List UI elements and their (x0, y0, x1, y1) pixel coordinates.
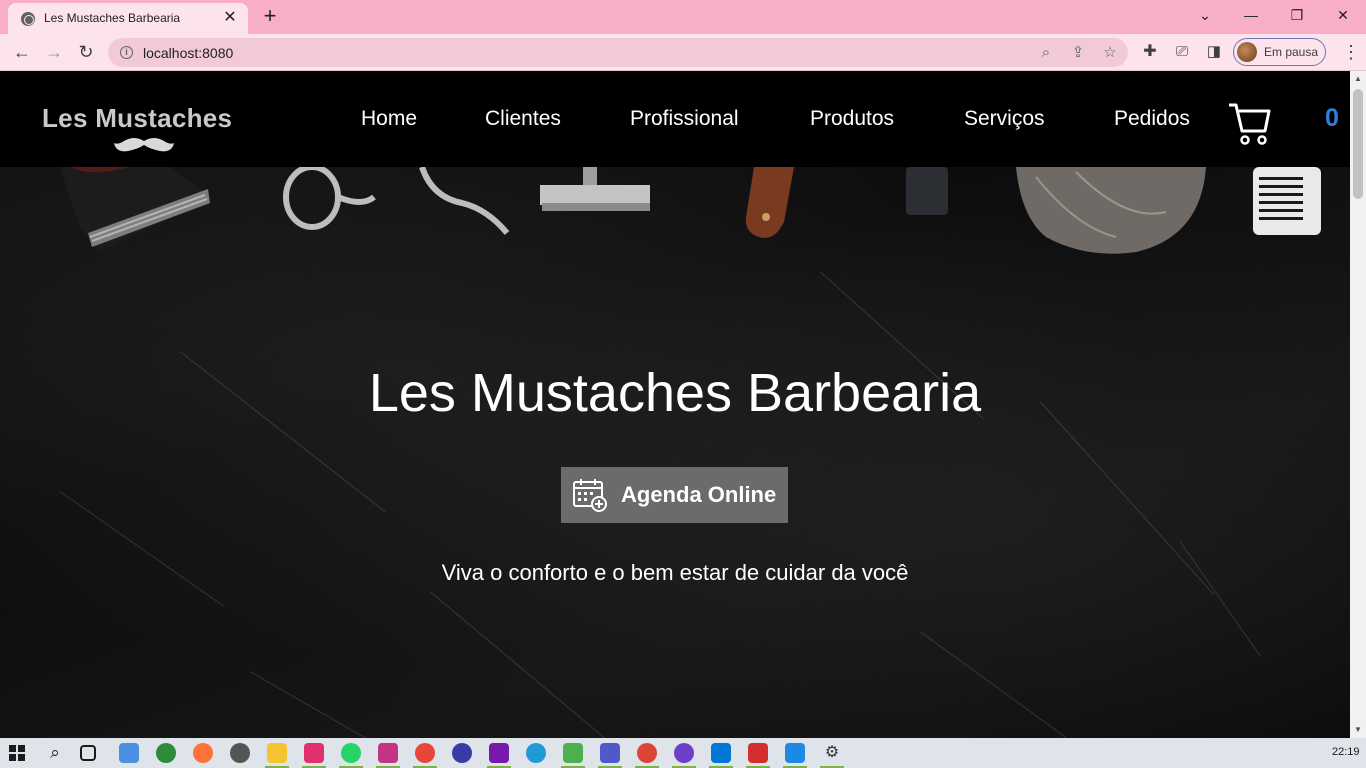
agenda-online-button[interactable]: Agenda Online (561, 467, 788, 523)
razor-handle-image (745, 167, 794, 238)
teams-icon[interactable] (600, 743, 620, 763)
browser-toolbar: ← → ↻ i localhost:8080 ⌕ ⇪ ☆ ✚ ⎚ ◨ Em pa… (0, 34, 1366, 71)
url-text[interactable]: localhost:8080 (143, 45, 233, 61)
acrobat-icon[interactable] (748, 743, 768, 763)
whatsapp-desktop-icon[interactable] (341, 743, 361, 763)
browser-tabstrip: Les Mustaches Barbearia ✕ + ⌄ — ❐ ✕ (0, 0, 1366, 34)
back-button[interactable]: ← (9, 40, 35, 64)
share-icon[interactable]: ⇪ (1067, 42, 1089, 64)
nav-link-profissional[interactable]: Profissional (630, 107, 739, 131)
restore-icon[interactable]: ❐ (1285, 4, 1309, 28)
chrome-icon[interactable] (415, 743, 435, 763)
lambda-app-icon[interactable] (563, 743, 583, 763)
github-desktop-icon[interactable] (674, 743, 694, 763)
side-panel-icon[interactable]: ◨ (1201, 40, 1227, 64)
marble-vein (919, 631, 1066, 738)
agenda-online-label: Agenda Online (621, 482, 777, 507)
globe-icon (21, 12, 35, 26)
chrome-profile-icon[interactable] (637, 743, 657, 763)
nav-link-clientes[interactable]: Clientes (485, 107, 561, 131)
page-scrollbar[interactable]: ▲ ▼ (1350, 71, 1366, 738)
browser-tab[interactable]: Les Mustaches Barbearia ✕ (8, 3, 248, 34)
firefox-icon[interactable] (193, 743, 213, 763)
windows-start-icon[interactable] (9, 745, 25, 761)
hero-subtitle: Viva o conforto e o bem estar de cuidar … (441, 560, 909, 585)
cast-icon[interactable]: ⎚ (1169, 40, 1195, 64)
task-view-icon[interactable] (80, 745, 96, 761)
taskbar-clock[interactable]: 22:19 (1332, 746, 1360, 758)
bookmark-star-icon[interactable]: ☆ (1099, 42, 1121, 64)
cart-icon[interactable] (1227, 101, 1271, 147)
tab-title: Les Mustaches Barbearia (44, 11, 181, 25)
calendar-add-icon (573, 479, 607, 512)
nav-link-produtos[interactable]: Produtos (810, 107, 894, 131)
comb-image (1253, 167, 1321, 235)
app-icon-3[interactable] (452, 743, 472, 763)
app-icon-1[interactable] (119, 743, 139, 763)
app-icon-2[interactable] (156, 743, 176, 763)
menu-kebab-icon[interactable]: ⋮ (1342, 40, 1360, 64)
profile-button[interactable]: Em pausa (1233, 38, 1326, 66)
address-bar[interactable]: i localhost:8080 ⌕ ⇪ ☆ (108, 38, 1128, 67)
zoom-icon[interactable]: ⌕ (1035, 42, 1057, 64)
hair-clipper-image (60, 167, 210, 252)
file-explorer-icon[interactable] (267, 743, 287, 763)
vscode-icon[interactable] (711, 743, 731, 763)
profile-label: Em pausa (1264, 45, 1319, 59)
scroll-up-icon[interactable]: ▲ (1350, 71, 1366, 87)
info-icon[interactable]: i (120, 46, 133, 59)
nav-link-home[interactable]: Home (361, 107, 417, 131)
edge-icon[interactable] (526, 743, 546, 763)
search-icon[interactable]: ⌕ (45, 743, 65, 763)
safety-razor-image (540, 167, 650, 211)
instagram-icon-2[interactable] (378, 743, 398, 763)
nav-link-pedidos[interactable]: Pedidos (1114, 107, 1190, 131)
marble-vein (1179, 541, 1261, 657)
onenote-icon[interactable] (489, 743, 509, 763)
site-logo[interactable]: Les Mustaches (42, 93, 254, 157)
scroll-down-icon[interactable]: ▼ (1350, 722, 1366, 738)
site-navbar: Les Mustaches Home Clientes Profissional… (0, 71, 1350, 167)
marble-vein (429, 591, 615, 738)
whatsapp-icon[interactable] (230, 743, 250, 763)
cart-count[interactable]: 0 (1325, 104, 1339, 133)
scissors-image (283, 167, 510, 235)
windows-taskbar: ⌕ ⚙ 22:19 (0, 738, 1366, 768)
extensions-icon[interactable]: ✚ (1137, 40, 1163, 64)
new-tab-button[interactable]: + (258, 5, 282, 29)
tab-search-icon[interactable]: ⌄ (1193, 4, 1217, 28)
hero-title: Les Mustaches Barbearia (368, 363, 982, 423)
forward-button[interactable]: → (41, 40, 67, 64)
app-icon-4[interactable] (785, 743, 805, 763)
comb-handle-image (906, 167, 948, 215)
tab-close-icon[interactable]: ✕ (220, 8, 240, 28)
avatar (1237, 42, 1257, 62)
instagram-icon[interactable] (304, 743, 324, 763)
reload-button[interactable]: ↻ (73, 40, 99, 64)
shaving-brush-image (1016, 167, 1206, 254)
marble-vein (59, 491, 225, 607)
nav-link-servicos[interactable]: Serviços (964, 107, 1045, 131)
logo-text: Les Mustaches (42, 103, 233, 133)
mustache-icon (114, 138, 174, 152)
scroll-thumb[interactable] (1353, 89, 1363, 199)
settings-gear-icon[interactable]: ⚙ (822, 743, 842, 763)
page-viewport: Les Mustaches Home Clientes Profissional… (0, 71, 1350, 738)
marble-vein (249, 671, 389, 738)
close-window-icon[interactable]: ✕ (1331, 4, 1355, 28)
minimize-icon[interactable]: — (1239, 4, 1263, 28)
